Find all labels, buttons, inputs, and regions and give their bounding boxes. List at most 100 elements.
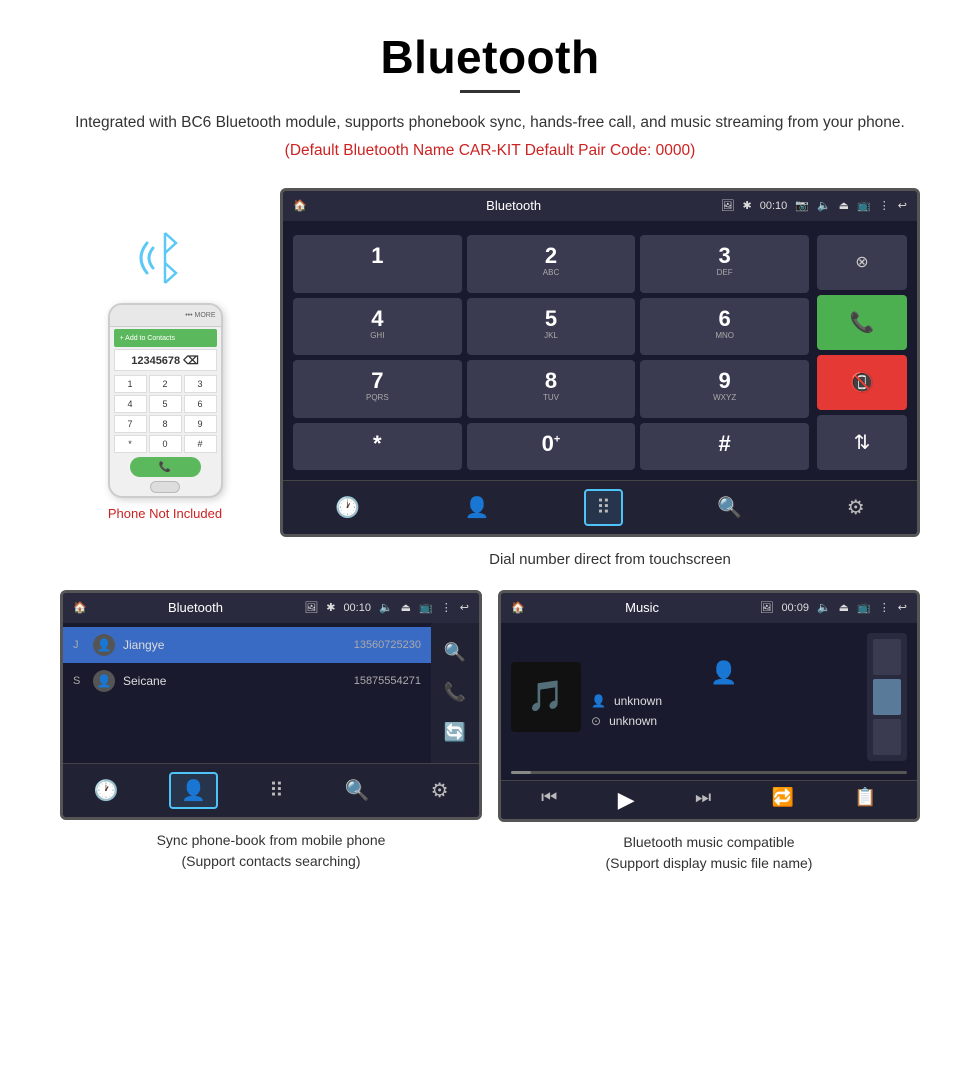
music-track-1: 👤 unknown: [591, 694, 857, 708]
dial-key-7[interactable]: 7PQRS: [293, 360, 462, 418]
contacts-caption: Sync phone-book from mobile phone (Suppo…: [60, 830, 482, 872]
dial-key-hash[interactable]: #: [640, 423, 809, 470]
back-icon-3[interactable]: ↩: [898, 601, 907, 614]
car-screen-dialpad: 🏠 Bluetooth 🖼 ✱ 00:10 📷 🔈 ⏏ 📺 ⋮ ↩ 1 2ABC…: [280, 188, 920, 537]
car-time-1: 00:10: [760, 200, 788, 212]
eject-icon-3: ⏏: [839, 601, 849, 614]
phone-side: ••• MORE + Add to Contacts 12345678 ⌫ 1 …: [60, 203, 270, 521]
refresh-icon[interactable]: 🔄: [444, 722, 466, 743]
search-icon[interactable]: 🔍: [444, 642, 466, 663]
page-container: Bluetooth Integrated with BC6 Bluetooth …: [0, 0, 980, 914]
photo-icon-3: 🖼: [759, 601, 773, 614]
contacts-screen-wrap: 🏠 Bluetooth 🖼 ✱ 00:10 🔈 ⏏ 📺 ⋮ ↩ J 👤: [60, 590, 482, 874]
dial-key-8[interactable]: 8TUV: [467, 360, 636, 418]
eject-icon-2: ⏏: [401, 601, 411, 614]
contacts-right-actions: 🔍 📞 🔄: [431, 623, 479, 763]
bt-status-icon-2: ✱: [326, 601, 335, 614]
bt-icon-area: [125, 223, 205, 293]
dial-key-0[interactable]: 0+: [467, 423, 636, 470]
list-button[interactable]: 📋: [854, 787, 876, 813]
car-nav-contacts-2[interactable]: 👤: [169, 772, 218, 809]
car-status-bar-1: 🏠 Bluetooth 🖼 ✱ 00:10 📷 🔈 ⏏ 📺 ⋮ ↩: [283, 191, 917, 221]
dial-actions: ⊗ 📞 📵 ⇅: [817, 235, 907, 470]
main-section: ••• MORE + Add to Contacts 12345678 ⌫ 1 …: [60, 188, 920, 537]
car-nav-search[interactable]: 🔍: [707, 491, 752, 524]
home-icon-3[interactable]: 🏠: [511, 601, 525, 614]
call-button[interactable]: 📞: [817, 295, 907, 350]
car-nav-dialpad-2[interactable]: ⠿: [259, 774, 294, 807]
bt-status-icon: ✱: [743, 199, 752, 212]
music-caption-line1: Bluetooth music compatible: [623, 834, 794, 850]
home-icon-2[interactable]: 🏠: [73, 601, 87, 614]
repeat-button[interactable]: 🔁: [772, 787, 794, 813]
volume-icon-2: 🔈: [379, 601, 393, 614]
car-screen-music: 🏠 Music 🖼 00:09 🔈 ⏏ 📺 ⋮ ↩ 🎵: [498, 590, 920, 822]
car-nav-recent[interactable]: 🕐: [325, 491, 370, 524]
car-screen-title-2: Bluetooth: [95, 600, 297, 615]
dial-key-3[interactable]: 3DEF: [640, 235, 809, 293]
album-art: 🎵: [511, 662, 581, 732]
swap-button[interactable]: ⇅: [817, 415, 907, 470]
car-status-bar-2: 🏠 Bluetooth 🖼 ✱ 00:10 🔈 ⏏ 📺 ⋮ ↩: [63, 593, 479, 623]
contact-avatar-s: 👤: [93, 670, 115, 692]
page-title: Bluetooth: [60, 30, 920, 84]
contact-row-jiangye[interactable]: J 👤 Jiangye 13560725230: [63, 627, 431, 663]
phone-icon[interactable]: 📞: [444, 682, 466, 703]
car-time-3: 00:09: [781, 602, 809, 614]
dialpad-area: 1 2ABC 3DEF 4GHI 5JKL 6MNO 7PQRS 8TUV 9W…: [283, 221, 917, 480]
title-underline: [460, 90, 520, 93]
contacts-content: J 👤 Jiangye 13560725230 S 👤 Seicane 1587…: [63, 623, 479, 763]
music-caption: Bluetooth music compatible (Support disp…: [498, 832, 920, 874]
music-info: 👤 👤 unknown ⊙ unknown: [591, 660, 857, 734]
end-call-button[interactable]: 📵: [817, 355, 907, 410]
backspace-button[interactable]: ⊗: [817, 235, 907, 290]
play-button[interactable]: ▶: [618, 787, 635, 813]
backspace-icon: ⊗: [855, 252, 868, 272]
phone-not-included: Phone Not Included: [108, 506, 222, 521]
dialpad-grid: 1 2ABC 3DEF 4GHI 5JKL 6MNO 7PQRS 8TUV 9W…: [293, 235, 809, 470]
car-nav-settings[interactable]: ⚙: [837, 491, 875, 524]
end-call-icon: 📵: [850, 370, 875, 395]
screen-icon: 📺: [857, 199, 871, 212]
car-bottom-bar-2: 🕐 👤 ⠿ 🔍 ⚙: [63, 763, 479, 817]
dial-key-4[interactable]: 4GHI: [293, 298, 462, 356]
user-icon: 👤: [710, 660, 737, 685]
eject-icon: ⏏: [839, 199, 849, 212]
next-button[interactable]: ⏭: [695, 787, 711, 813]
back-icon[interactable]: ↩: [898, 199, 907, 212]
car-time-2: 00:10: [343, 602, 371, 614]
contact-row-seicane[interactable]: S 👤 Seicane 15875554271: [63, 663, 431, 699]
description: Integrated with BC6 Bluetooth module, su…: [60, 111, 920, 136]
dial-key-1[interactable]: 1: [293, 235, 462, 293]
contact-number-seicane: 15875554271: [354, 675, 421, 687]
dial-key-9[interactable]: 9WXYZ: [640, 360, 809, 418]
camera-icon: 📷: [795, 199, 809, 212]
phone-illustration: ••• MORE + Add to Contacts 12345678 ⌫ 1 …: [108, 303, 223, 498]
contacts-caption-line1: Sync phone-book from mobile phone: [157, 832, 386, 848]
car-nav-settings-2[interactable]: ⚙: [421, 774, 459, 807]
screen-icon-3: 📺: [857, 601, 871, 614]
car-screen-contacts: 🏠 Bluetooth 🖼 ✱ 00:10 🔈 ⏏ 📺 ⋮ ↩ J 👤: [60, 590, 482, 820]
car-screen-title-3: Music: [533, 600, 752, 615]
dial-key-2[interactable]: 2ABC: [467, 235, 636, 293]
photo-icon: 🖼: [721, 199, 735, 212]
car-nav-contacts[interactable]: 👤: [455, 491, 500, 524]
bluetooth-signal-icon: [125, 223, 205, 293]
back-icon-2[interactable]: ↩: [460, 601, 469, 614]
dial-key-6[interactable]: 6MNO: [640, 298, 809, 356]
album-sym: ⊙: [591, 714, 601, 728]
dial-key-5[interactable]: 5JKL: [467, 298, 636, 356]
photo-icon-2: 🖼: [304, 601, 318, 614]
thumb-page-3: [873, 719, 901, 755]
dial-key-star[interactable]: *: [293, 423, 462, 470]
music-progress-bar: [511, 771, 907, 774]
home-icon[interactable]: 🏠: [293, 199, 307, 212]
contact-name-jiangye: Jiangye: [123, 638, 346, 652]
contacts-caption-line2: (Support contacts searching): [182, 853, 361, 869]
car-nav-recent-2[interactable]: 🕐: [83, 774, 128, 807]
prev-button[interactable]: ⏮: [541, 787, 557, 813]
car-nav-search-2[interactable]: 🔍: [335, 774, 380, 807]
swap-icon: ⇅: [854, 430, 871, 455]
contact-name-seicane: Seicane: [123, 674, 346, 688]
car-nav-dialpad[interactable]: ⠿: [584, 489, 623, 526]
